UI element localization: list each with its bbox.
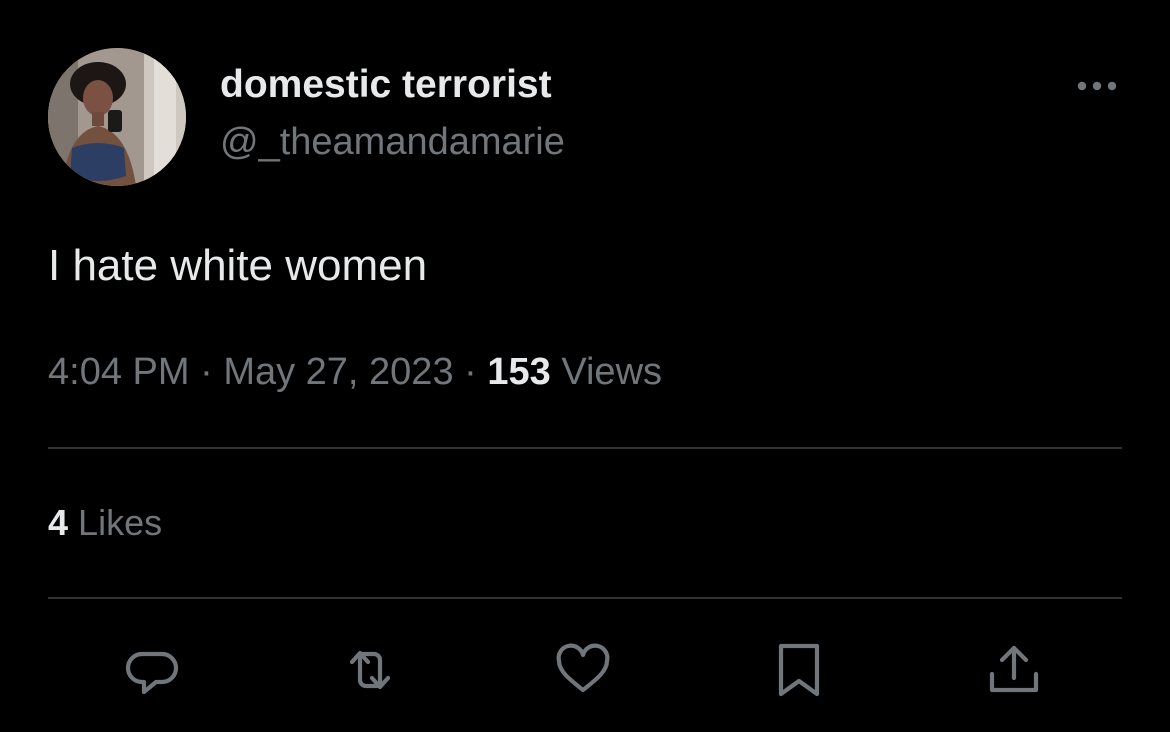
likes-count: 4	[48, 502, 69, 543]
tweet-meta: 4:04 PM · May 27, 2023 · 153 Views	[48, 348, 662, 396]
meta-separator: ·	[464, 351, 477, 393]
user-handle[interactable]: @_theamandamarie	[220, 119, 565, 165]
reply-bubble-icon	[125, 651, 179, 695]
retweet-icon	[349, 650, 391, 690]
share-upload-icon	[989, 645, 1039, 693]
tweet-date[interactable]: May 27, 2023	[223, 351, 453, 393]
reply-button[interactable]	[124, 640, 184, 700]
avatar-photo	[48, 48, 186, 186]
divider	[48, 597, 1122, 599]
more-horizontal-icon[interactable]	[1074, 72, 1120, 100]
divider	[48, 447, 1122, 449]
bookmark-button[interactable]	[769, 640, 829, 700]
likes-summary[interactable]: 4 Likes	[48, 500, 162, 546]
display-name[interactable]: domestic terrorist	[220, 62, 552, 108]
like-button[interactable]	[553, 640, 613, 700]
bookmark-icon	[778, 643, 820, 697]
retweet-button[interactable]	[340, 640, 400, 700]
views-count: 153	[487, 351, 551, 393]
avatar[interactable]	[48, 48, 186, 186]
share-button[interactable]	[984, 640, 1044, 700]
tweet-text: I hate white women	[48, 241, 428, 290]
heart-icon	[556, 643, 610, 693]
likes-label: Likes	[78, 502, 163, 543]
tweet-time[interactable]: 4:04 PM	[48, 351, 190, 393]
meta-separator: ·	[200, 351, 213, 393]
views-label: Views	[561, 351, 663, 393]
